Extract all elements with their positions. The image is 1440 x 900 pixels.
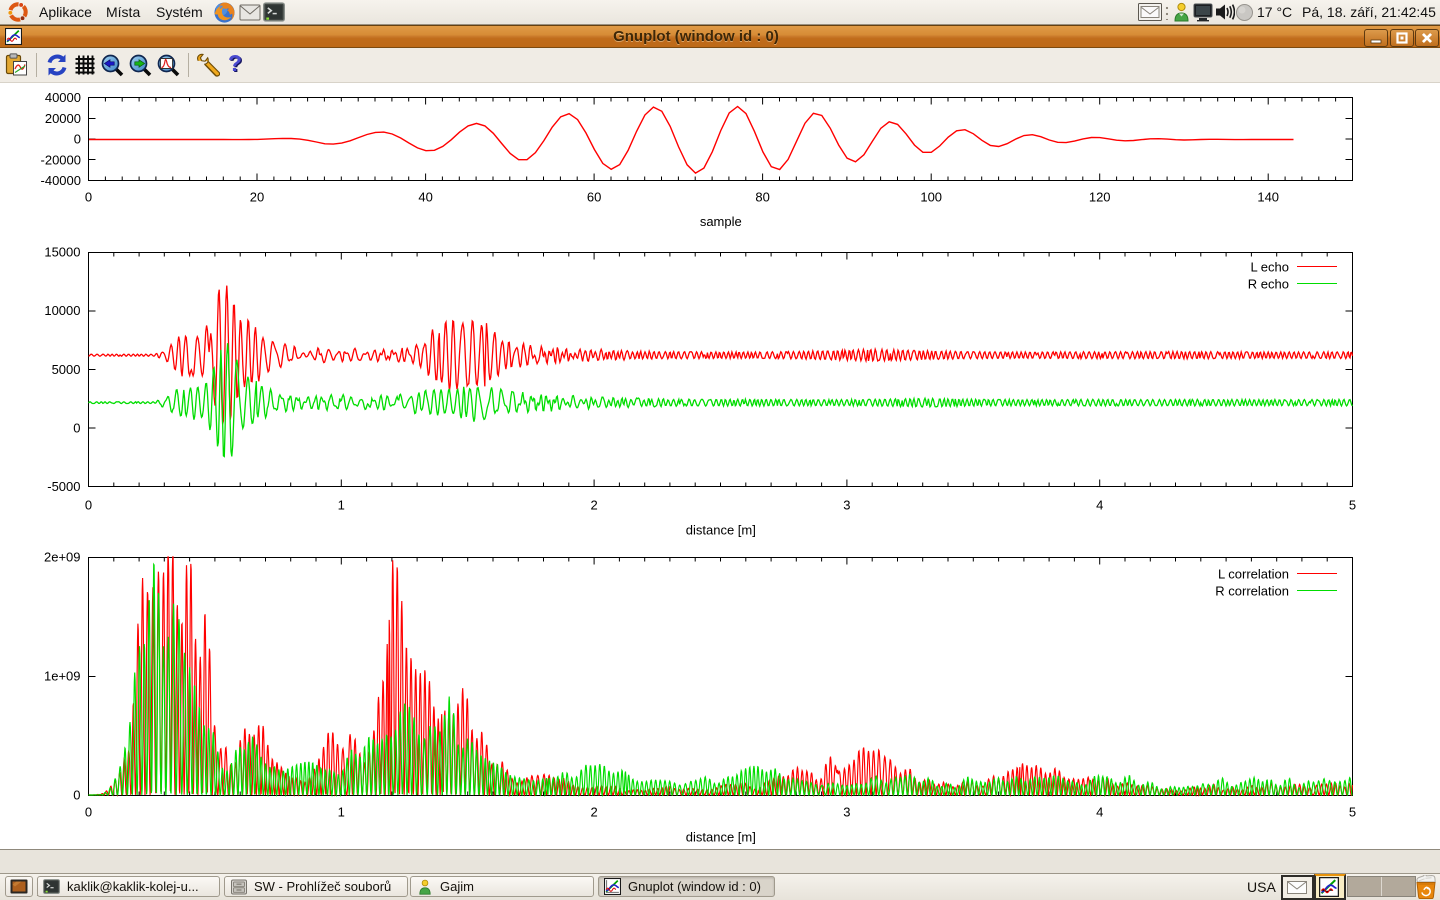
svg-text:-5000: -5000 [47,479,80,494]
svg-text:-40000: -40000 [41,173,81,188]
svg-text:1: 1 [338,498,345,513]
svg-text:0: 0 [73,420,80,435]
svg-text:2e+09: 2e+09 [44,550,81,565]
svg-text:140: 140 [1257,190,1279,205]
svg-text:0: 0 [85,805,92,820]
svg-text:distance [m]: distance [m] [686,523,756,538]
svg-text:4: 4 [1096,498,1103,513]
svg-text:0: 0 [85,498,92,513]
svg-text:20000: 20000 [45,111,81,126]
svg-text:L correlation: L correlation [1218,567,1289,582]
svg-text:100: 100 [920,190,942,205]
svg-text:sample: sample [700,214,742,229]
svg-text:20: 20 [250,190,264,205]
svg-text:R correlation: R correlation [1215,584,1289,599]
svg-text:0: 0 [85,190,92,205]
svg-text:80: 80 [755,190,769,205]
svg-text:10000: 10000 [44,303,80,318]
svg-text:5000: 5000 [52,362,81,377]
svg-text:40: 40 [418,190,432,205]
svg-text:1e+09: 1e+09 [44,669,81,684]
svg-text:3: 3 [843,498,850,513]
svg-text:2: 2 [590,498,597,513]
svg-text:4: 4 [1096,805,1103,820]
svg-text:1: 1 [338,805,345,820]
svg-text:-20000: -20000 [41,152,81,167]
svg-text:0: 0 [73,788,80,803]
svg-text:3: 3 [843,805,850,820]
svg-text:2: 2 [590,805,597,820]
svg-text:R echo: R echo [1248,277,1289,292]
svg-text:15000: 15000 [44,245,80,260]
svg-text:distance [m]: distance [m] [686,830,756,845]
svg-text:5: 5 [1349,805,1356,820]
svg-text:L echo: L echo [1250,260,1289,275]
svg-text:5: 5 [1349,498,1356,513]
svg-text:0: 0 [74,132,81,147]
svg-text:120: 120 [1089,190,1111,205]
svg-text:40000: 40000 [45,90,81,105]
svg-text:60: 60 [587,190,601,205]
